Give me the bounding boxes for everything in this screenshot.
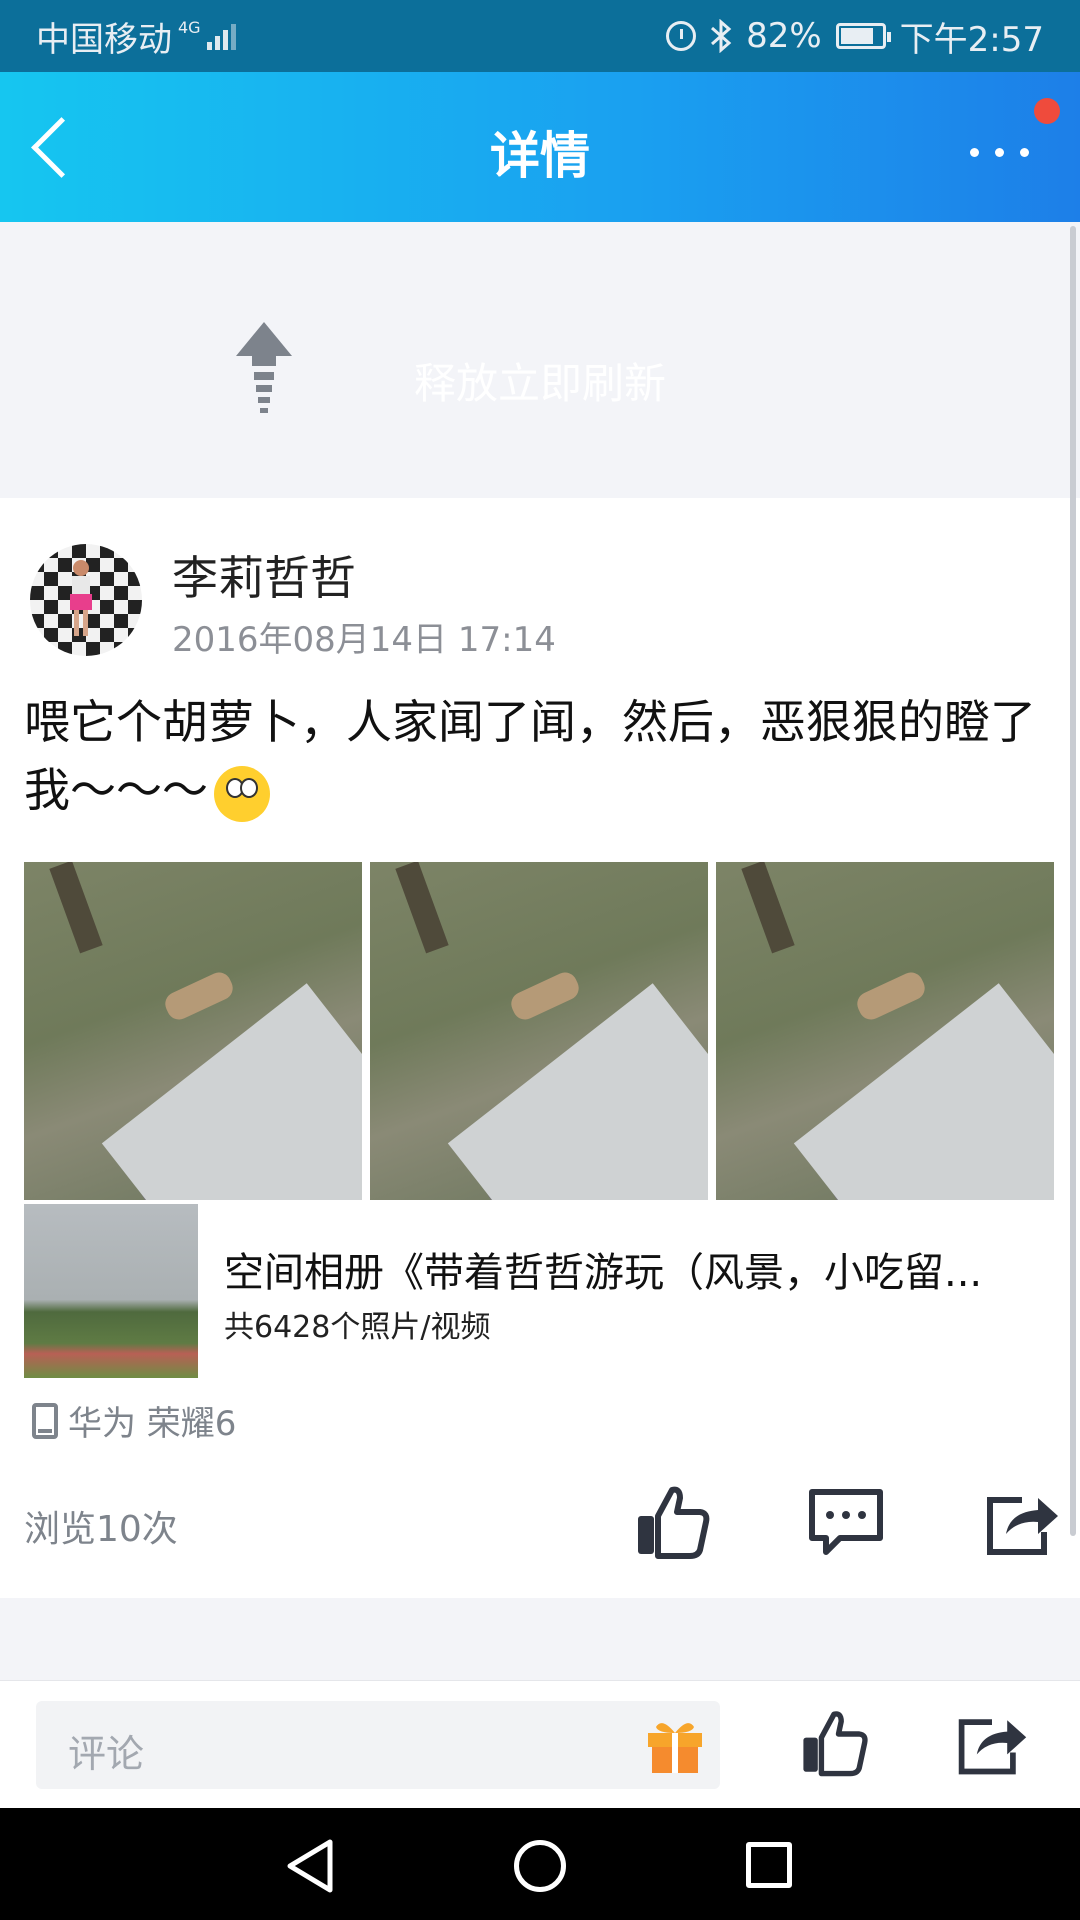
bottom-share-button[interactable]: [952, 1705, 1032, 1781]
signal-icon: [206, 22, 236, 50]
like-button[interactable]: [632, 1482, 712, 1562]
share-icon: [987, 1497, 1058, 1555]
carrier-label: 中国移动: [36, 19, 172, 60]
comment-bar: 评论: [0, 1680, 1080, 1808]
pull-refresh-area: 释放立即刷新: [0, 222, 1080, 498]
device-name: 华为 荣耀6: [68, 1404, 237, 1444]
nav-recents-button[interactable]: [746, 1842, 792, 1888]
photo-thumbnail[interactable]: [716, 862, 1054, 1200]
album-count: 共6428个照片/视频: [224, 1310, 491, 1345]
album-thumbnail: [24, 1204, 198, 1378]
post-text: 喂它个胡萝卜，人家闻了闻，然后，恶狠狠的瞪了我～～～: [24, 688, 1054, 824]
comment-placeholder: 评论: [68, 1732, 145, 1776]
avatar-figure: [70, 560, 92, 636]
clock: 下午2:57: [899, 19, 1044, 60]
status-bar: 中国移动 4G 82% 下午2:57: [0, 0, 1080, 72]
page-title: 详情: [490, 127, 590, 185]
title-bar: 详情: [0, 72, 1080, 222]
nav-back-button[interactable]: [282, 1838, 338, 1894]
album-title: 空间相册《带着哲哲游玩（风景，小吃留...: [224, 1250, 983, 1296]
photo-thumbnail[interactable]: [24, 862, 362, 1200]
post-card: 李莉哲哲 2016年08月14日 17:14 喂它个胡萝卜，人家闻了闻，然后，恶…: [0, 498, 1080, 1598]
comment-icon: [809, 1489, 883, 1555]
thumbs-up-icon: [803, 1711, 868, 1777]
share-icon: [958, 1719, 1027, 1775]
thumbs-up-icon: [638, 1486, 710, 1559]
photo-grid: [24, 862, 1056, 1202]
bluetooth-icon: [711, 19, 732, 53]
avatar[interactable]: [30, 544, 142, 656]
view-count: 浏览10次: [24, 1509, 178, 1550]
share-button[interactable]: [982, 1482, 1062, 1562]
nav-home-button[interactable]: [514, 1840, 566, 1892]
scrollbar[interactable]: [1070, 226, 1076, 1536]
network-type: 4G: [178, 18, 201, 37]
system-nav-bar: [0, 1808, 1080, 1920]
post-time: 2016年08月14日 17:14: [172, 620, 556, 660]
surprised-face-emoji: [214, 765, 270, 822]
phone-icon: [32, 1402, 58, 1439]
battery-icon: [835, 23, 891, 49]
notification-dot: [1034, 98, 1060, 124]
refresh-label: 释放立即刷新: [413, 359, 666, 408]
more-button[interactable]: [970, 132, 1040, 172]
post-text-content: 喂它个胡萝卜，人家闻了闻，然后，恶狠狠的瞪了我～～～: [24, 695, 1036, 817]
device-info: 华为 荣耀6: [32, 1396, 236, 1445]
battery-percent: 82%: [746, 16, 822, 56]
comment-input[interactable]: 评论: [36, 1701, 720, 1789]
alarm-icon: [666, 21, 697, 51]
comment-button[interactable]: [806, 1482, 886, 1562]
username[interactable]: 李莉哲哲: [172, 542, 356, 608]
photo-thumbnail[interactable]: [370, 862, 708, 1200]
gift-icon[interactable]: [644, 1715, 706, 1775]
album-link[interactable]: 空间相册《带着哲哲游玩（风景，小吃留... 共6428个照片/视频: [24, 1204, 1056, 1378]
bottom-like-button[interactable]: [798, 1705, 870, 1781]
